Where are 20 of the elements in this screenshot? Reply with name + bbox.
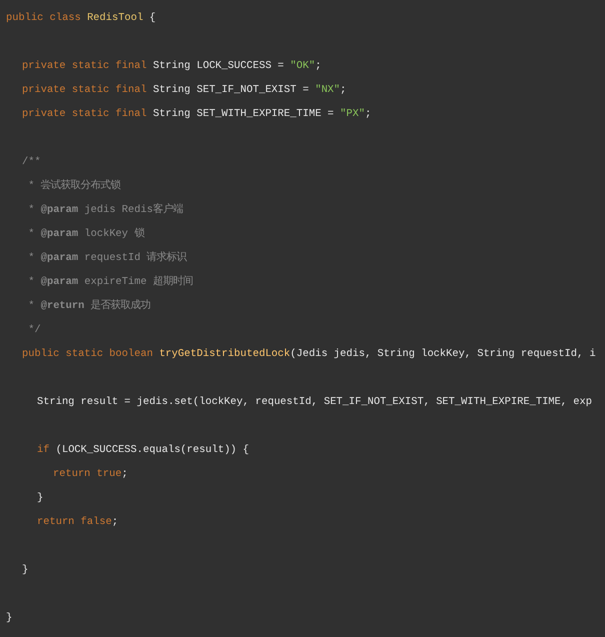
- code-line: String result = jedis.set(lockKey, requestId, SET_IF_NOT_EXIST, SET_WITH_EXPIRE_TIME, exp: [37, 395, 592, 410]
- code-line: }: [22, 563, 28, 578]
- code-line: * @param expireTime 超期时间: [27, 274, 193, 290]
- code-line: return true;: [53, 467, 128, 482]
- code-line: * @param jedis Redis客户端: [27, 202, 183, 218]
- code-line: */: [27, 323, 41, 338]
- code-line: /**: [22, 155, 41, 170]
- code-line: public static boolean tryGetDistributedLock(Jedis jedis, String lockKey, String requestId, i: [22, 347, 596, 362]
- code-line: public class RedisTool {: [6, 11, 156, 26]
- code-line: }: [6, 611, 12, 626]
- code-line: * @param requestId 请求标识: [27, 250, 187, 266]
- code-line: private static final String SET_WITH_EXPIRE_TIME = "PX";: [22, 107, 372, 122]
- code-line: private static final String LOCK_SUCCESS = "OK";: [22, 59, 322, 74]
- code-line: * 尝试获取分布式锁: [27, 178, 121, 194]
- code-line: }: [37, 491, 44, 506]
- code-line: if (LOCK_SUCCESS.equals(result)) {: [37, 443, 250, 458]
- code-line: * @return 是否获取成功: [27, 298, 151, 314]
- code-line: private static final String SET_IF_NOT_EXIST = "NX";: [22, 83, 346, 98]
- code-line: return false;: [37, 515, 118, 530]
- code-line: * @param lockKey 锁: [27, 226, 144, 242]
